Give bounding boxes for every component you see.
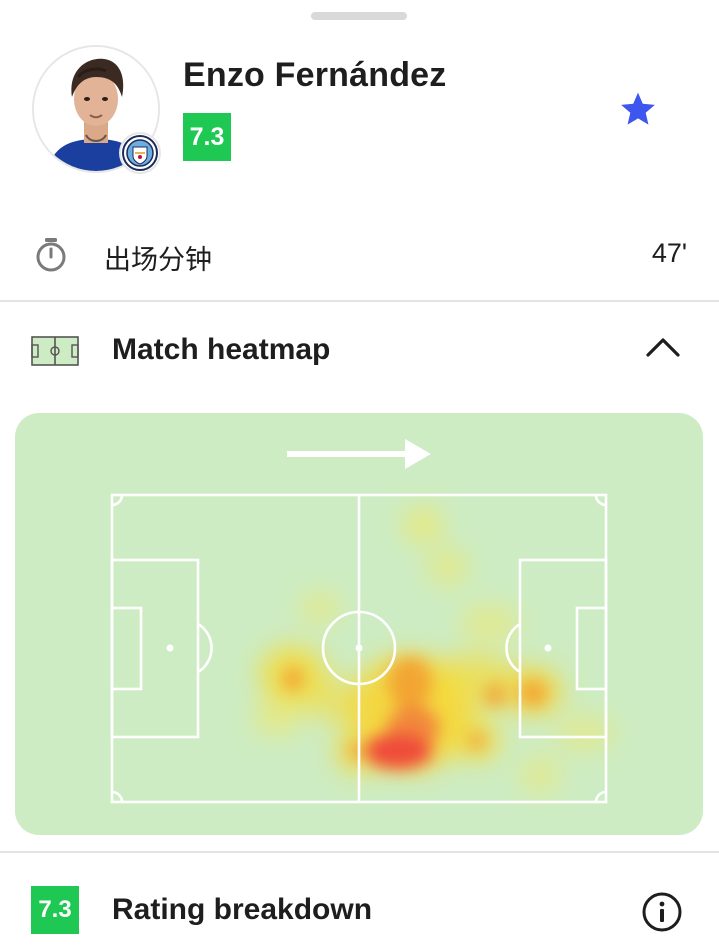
heatmap-section-header[interactable]: Match heatmap [0, 304, 719, 396]
club-badge-icon [119, 132, 161, 174]
rating-breakdown-title: Rating breakdown [112, 893, 373, 926]
chevron-up-icon[interactable] [644, 334, 682, 360]
attack-direction-arrow-icon [287, 439, 431, 469]
stopwatch-icon [36, 238, 66, 272]
minutes-played-label: 出场分钟 [104, 245, 212, 275]
minutes-played-row: 出场分钟 47' [0, 210, 719, 302]
info-icon[interactable] [641, 891, 683, 933]
heatmap-density [253, 507, 615, 793]
pitch-icon [31, 336, 79, 366]
star-icon [621, 92, 655, 125]
favorite-button[interactable] [614, 86, 662, 134]
player-rating-badge: 7.3 [183, 113, 231, 161]
heatmap-title: Match heatmap [112, 333, 331, 366]
minutes-played-value: 47' [651, 238, 687, 268]
heatmap-card [15, 413, 703, 835]
player-header: Enzo Fernández 7.3 [0, 0, 719, 200]
heatmap-pitch [110, 439, 615, 804]
rating-breakdown-badge: 7.3 [31, 886, 79, 934]
player-name: Enzo Fernández [183, 56, 447, 94]
